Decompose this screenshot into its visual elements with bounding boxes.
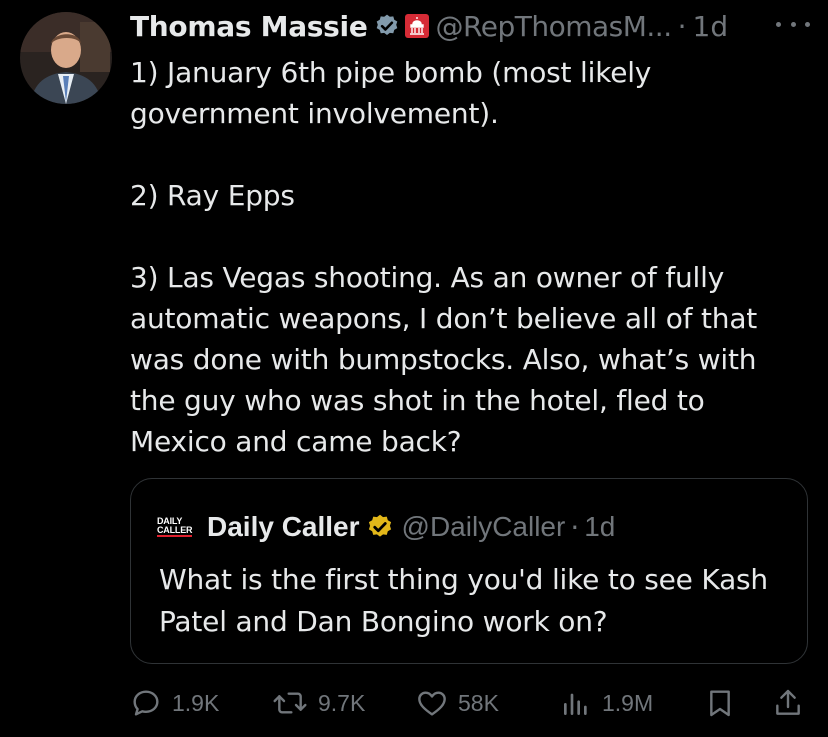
post-paragraph: 1) January 6th pipe bomb (most likely go… xyxy=(130,56,652,130)
verified-badge-icon[interactable] xyxy=(374,13,400,39)
tweet[interactable]: Thomas Massie @RepThomasM... · 1d 1) Jan… xyxy=(0,0,828,737)
bookmark-button[interactable] xyxy=(704,680,736,726)
post-paragraph: 2) Ray Epps xyxy=(130,179,295,212)
quoted-post[interactable]: DAILY CALLER Daily Caller @DailyCaller ·… xyxy=(130,478,808,664)
quoted-post-time[interactable]: 1d xyxy=(584,511,615,543)
post-text: 1) January 6th pipe bomb (most likely go… xyxy=(130,52,800,462)
heart-icon xyxy=(418,691,446,716)
repost-icon xyxy=(273,692,307,714)
action-bar: 1.9K 9.7K 58K 1.9M xyxy=(0,680,828,726)
repost-count: 9.7K xyxy=(318,689,366,716)
avatar-photo xyxy=(20,12,112,104)
us-capitol-affiliation-icon[interactable] xyxy=(404,13,430,39)
more-options-icon[interactable] xyxy=(776,12,810,36)
views-button[interactable]: 1.9M xyxy=(560,680,653,726)
daily-caller-logo: DAILY CALLER xyxy=(157,516,193,537)
post-paragraph: 3) Las Vegas shooting. As an owner of fu… xyxy=(130,261,758,458)
repost-button[interactable]: 9.7K xyxy=(272,680,365,726)
author-handle[interactable]: @RepThomasM... xyxy=(436,10,673,43)
separator-dot: · xyxy=(677,9,687,43)
quoted-author-handle[interactable]: @DailyCaller xyxy=(402,511,566,543)
author-name[interactable]: Thomas Massie xyxy=(130,10,368,43)
share-button[interactable] xyxy=(772,680,804,726)
quoted-author-name[interactable]: Daily Caller xyxy=(207,511,360,543)
reply-count: 1.9K xyxy=(172,689,220,716)
avatar[interactable] xyxy=(20,12,112,104)
quoted-post-header: DAILY CALLER Daily Caller @DailyCaller ·… xyxy=(157,507,615,547)
reply-button[interactable]: 1.9K xyxy=(130,680,219,726)
separator-dot: · xyxy=(570,510,580,544)
analytics-icon xyxy=(564,693,587,715)
view-count: 1.9M xyxy=(602,689,654,716)
like-button[interactable]: 58K xyxy=(416,680,499,726)
like-count: 58K xyxy=(458,689,499,716)
quoted-post-text: What is the first thing you'd like to se… xyxy=(159,563,768,638)
post-time[interactable]: 1d xyxy=(693,10,729,43)
reply-icon xyxy=(133,690,159,716)
bookmark-icon xyxy=(710,690,730,717)
share-icon xyxy=(776,689,800,715)
gold-verified-badge-icon[interactable] xyxy=(366,513,394,541)
tweet-header: Thomas Massie @RepThomasM... · 1d xyxy=(130,6,728,46)
